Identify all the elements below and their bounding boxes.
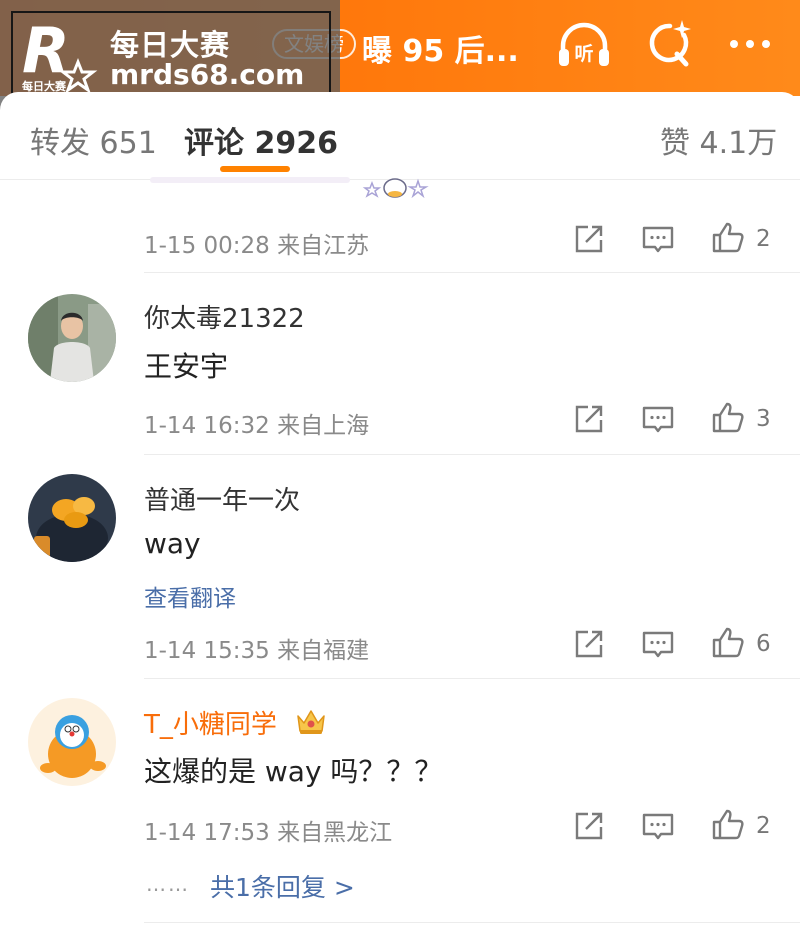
comment-username[interactable]: 普通一年一次 xyxy=(144,480,300,517)
share-icon[interactable] xyxy=(572,402,606,436)
divider xyxy=(144,272,800,273)
like-count: 3 xyxy=(756,406,771,432)
comment-meta: 1-14 17:53 来自黑龙江 xyxy=(144,813,392,847)
view-replies-link[interactable]: 共1条回复 > xyxy=(210,868,355,904)
headphone-icon[interactable]: 听 xyxy=(554,16,614,72)
comment-text: 这爆的是 way 吗？？？ xyxy=(144,755,443,788)
share-icon[interactable] xyxy=(572,222,606,256)
avatar[interactable] xyxy=(28,698,116,786)
crown-icon xyxy=(297,710,325,734)
tab-repost[interactable]: 转发 651 xyxy=(30,118,157,162)
share-icon[interactable] xyxy=(572,627,606,661)
comment-username[interactable]: T_小糖同学 xyxy=(144,704,277,741)
search-sparkle-icon[interactable] xyxy=(640,16,700,72)
sticker-image xyxy=(150,177,429,199)
comment-time: 1-15 00:28 xyxy=(144,233,270,259)
comment-source: 来自上海 xyxy=(277,413,370,439)
page-title: 曝 95 后... xyxy=(362,34,519,69)
comment-text: way xyxy=(144,527,201,560)
comment-text: 王安宇 xyxy=(144,350,229,383)
tab-likes[interactable]: 赞 4.1万 xyxy=(660,118,777,162)
tab-bar: 转发 651 评论 2926 赞 4.1万 xyxy=(0,92,800,180)
listen-label: 听 xyxy=(574,42,593,65)
divider xyxy=(144,922,800,923)
avatar[interactable] xyxy=(28,294,116,382)
watermark-logo-icon: R 每日大赛 xyxy=(22,14,98,94)
watermark-logo-caption: 每日大赛 xyxy=(22,79,67,93)
comment-meta: 1-15 00:28 来自江苏 xyxy=(144,226,369,260)
comment-time: 1-14 16:32 xyxy=(144,413,270,439)
comment-time: 1-14 15:35 xyxy=(144,638,270,664)
comment-source: 来自福建 xyxy=(277,638,370,664)
like-count: 6 xyxy=(756,631,771,657)
watermark-logo-letter: R xyxy=(22,14,70,87)
like-count: 2 xyxy=(756,813,771,839)
like-icon[interactable] xyxy=(711,625,745,659)
more-icon[interactable] xyxy=(720,16,780,72)
like-count: 2 xyxy=(756,226,771,252)
comment-meta: 1-14 15:35 来自福建 xyxy=(144,631,369,665)
watermark-url: mrds68.com xyxy=(110,58,305,91)
translate-link[interactable]: 查看翻译 xyxy=(144,579,236,613)
comment-icon[interactable] xyxy=(641,627,675,661)
comment-source: 来自江苏 xyxy=(277,233,370,259)
comments-sheet: 转发 651 评论 2926 赞 4.1万 1-15 00:28 来自江苏 2 xyxy=(0,92,800,936)
tab-comments[interactable]: 评论 2926 xyxy=(184,118,338,162)
comment-username[interactable]: 你太毒21322 xyxy=(144,298,305,335)
tab-active-indicator xyxy=(220,166,290,172)
share-icon[interactable] xyxy=(572,809,606,843)
comment-time: 1-14 17:53 xyxy=(144,820,270,846)
reply-dots: …… xyxy=(146,872,190,896)
comment-meta: 1-14 16:32 来自上海 xyxy=(144,406,369,440)
comment-icon[interactable] xyxy=(641,222,675,256)
like-icon[interactable] xyxy=(711,220,745,254)
divider xyxy=(144,454,800,455)
like-icon[interactable] xyxy=(711,400,745,434)
comment-source: 来自黑龙江 xyxy=(277,820,393,846)
divider xyxy=(144,678,800,679)
like-icon[interactable] xyxy=(711,807,745,841)
avatar[interactable] xyxy=(28,474,116,562)
comment-icon[interactable] xyxy=(641,809,675,843)
comment-icon[interactable] xyxy=(641,402,675,436)
